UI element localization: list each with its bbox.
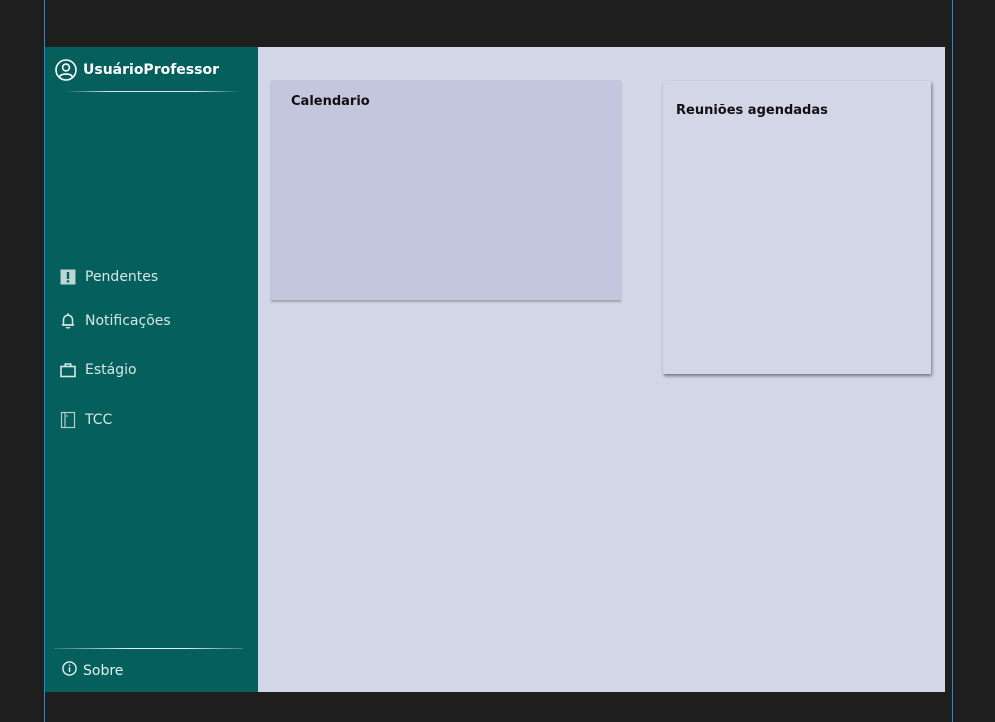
sidebar-item-estagio[interactable]: Estágio xyxy=(59,361,137,379)
calendar-card[interactable]: Calendario xyxy=(271,80,621,300)
user-profile[interactable]: UsuárioProfessor xyxy=(55,59,219,81)
calendar-title: Calendario xyxy=(291,94,370,109)
sidebar-item-label: Estágio xyxy=(85,362,137,378)
book-icon xyxy=(59,411,77,429)
meetings-card[interactable]: Reuniões agendadas xyxy=(663,81,931,374)
briefcase-icon xyxy=(59,361,77,379)
sidebar-item-label: Pendentes xyxy=(85,269,159,285)
info-icon xyxy=(62,661,77,680)
alert-square-icon xyxy=(59,268,77,286)
sidebar-divider-bottom xyxy=(54,648,243,649)
guide-line-right xyxy=(952,0,953,722)
sidebar-item-tcc[interactable]: TCC xyxy=(59,411,112,429)
sidebar-divider-top xyxy=(65,91,240,92)
sidebar-item-notificacoes[interactable]: Notificações xyxy=(59,312,171,330)
sidebar: UsuárioProfessor Pendentes Notificações … xyxy=(45,47,258,692)
meetings-title: Reuniões agendadas xyxy=(676,103,828,118)
user-name: UsuárioProfessor xyxy=(83,62,219,78)
bell-icon xyxy=(59,312,77,330)
sidebar-item-pendentes[interactable]: Pendentes xyxy=(59,268,158,286)
sidebar-item-label: Notificações xyxy=(85,313,171,329)
about-link[interactable]: Sobre xyxy=(62,661,123,680)
main-content: Calendario Reuniões agendadas xyxy=(258,47,945,692)
app-frame: UsuárioProfessor Pendentes Notificações … xyxy=(45,47,945,692)
sidebar-item-label: TCC xyxy=(85,412,113,428)
user-circle-icon xyxy=(55,59,77,81)
about-label: Sobre xyxy=(83,662,124,679)
